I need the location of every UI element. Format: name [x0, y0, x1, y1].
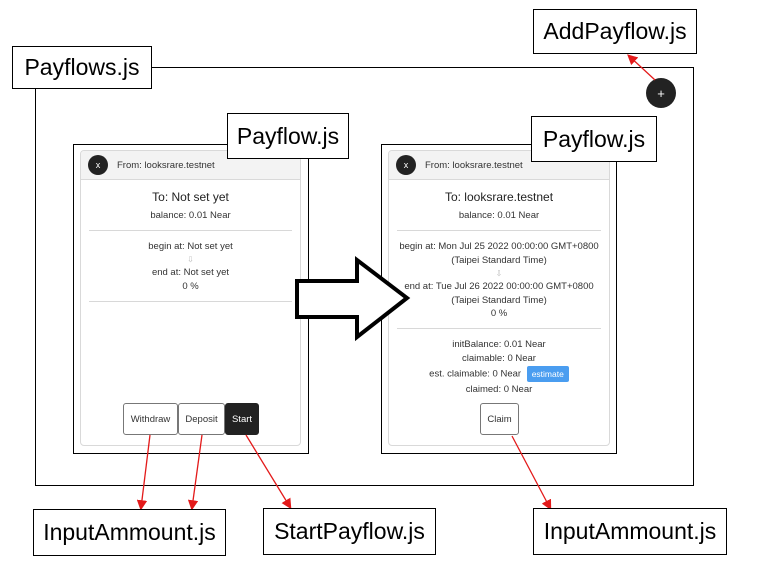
- label-add-payflow: AddPayflow.js: [533, 9, 697, 54]
- label-input-amount-left: InputAmmount.js: [33, 509, 226, 556]
- connector-deposit: [187, 434, 203, 511]
- connector-claim: [511, 435, 552, 511]
- connector-start: [245, 434, 292, 510]
- connector-add-payflow: [627, 54, 656, 81]
- connector-withdraw: [136, 434, 151, 511]
- label-payflow-left: Payflow.js: [227, 113, 349, 159]
- label-payflow-right: Payflow.js: [531, 116, 657, 162]
- label-input-amount-right: InputAmmount.js: [533, 508, 727, 555]
- label-payflows: Payflows.js: [12, 46, 152, 89]
- label-start-payflow: StartPayflow.js: [263, 508, 436, 555]
- transition-arrow-icon: [295, 255, 411, 342]
